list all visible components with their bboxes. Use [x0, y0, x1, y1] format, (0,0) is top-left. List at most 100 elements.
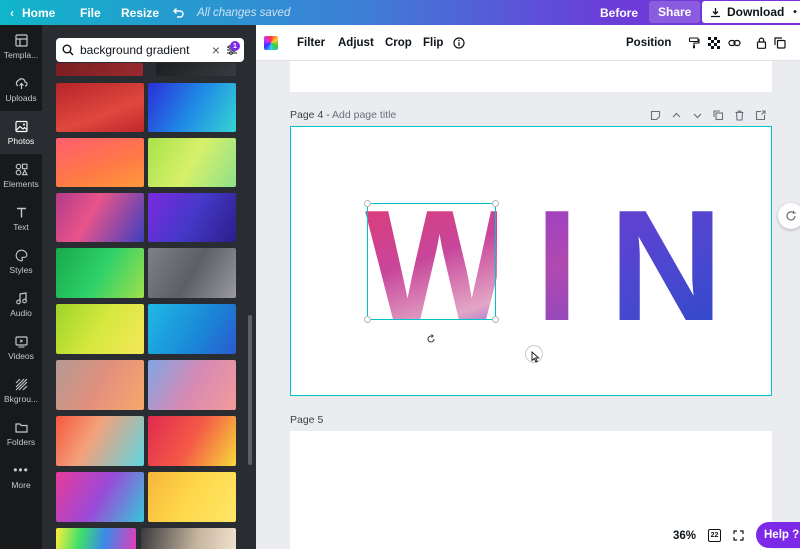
shapes-icon	[15, 163, 28, 175]
gradient-photo[interactable]	[56, 528, 136, 549]
lock-button[interactable]	[756, 37, 767, 49]
gradient-photo[interactable]	[148, 472, 236, 522]
rail-item-more[interactable]: ••• More	[0, 455, 42, 498]
rotate-handle[interactable]	[425, 333, 437, 345]
rail-item-videos[interactable]: Videos	[0, 326, 42, 369]
gradient-photo[interactable]	[148, 193, 236, 242]
paint-roller-icon	[688, 36, 700, 48]
top-bar: ‹ Home File Resize All changes saved Bef…	[0, 0, 800, 25]
duplicate-icon[interactable]	[713, 110, 724, 121]
copy-button[interactable]	[774, 36, 786, 49]
rail-item-styles[interactable]: Styles	[0, 240, 42, 283]
gradient-photo[interactable]	[56, 304, 144, 354]
help-button[interactable]: Help ?	[756, 522, 800, 548]
selection-box[interactable]	[364, 200, 499, 323]
refresh-icon	[786, 210, 796, 221]
position-button[interactable]: Position	[626, 37, 671, 49]
flip-button[interactable]: Flip	[423, 37, 443, 49]
gradient-photo[interactable]	[148, 304, 236, 354]
rail-label: Uploads	[5, 92, 37, 103]
rail-item-uploads[interactable]: Uploads	[0, 68, 42, 111]
chevron-down-icon[interactable]	[692, 110, 703, 121]
transparency-button[interactable]	[708, 36, 720, 49]
page-count: 22	[710, 532, 719, 539]
filter-button[interactable]: Filter	[297, 37, 325, 49]
add-page-icon[interactable]	[755, 110, 766, 121]
paint-format-button[interactable]	[688, 36, 700, 49]
share-button[interactable]: Share	[649, 1, 701, 23]
rail-item-folders[interactable]: Folders	[0, 412, 42, 455]
rail-item-elements[interactable]: Elements	[0, 154, 42, 197]
crop-button[interactable]: Crop	[385, 37, 412, 49]
rail-label: Text	[13, 221, 29, 232]
download-button[interactable]: Download	[702, 1, 793, 23]
letter-i[interactable]: I	[535, 187, 579, 345]
rail-item-audio[interactable]: Audio	[0, 283, 42, 326]
lock-icon	[756, 37, 767, 49]
rail-item-background[interactable]: Bkgrou...	[0, 369, 42, 412]
add-page-title[interactable]: Add page title	[332, 109, 396, 121]
adjust-button[interactable]: Adjust	[338, 37, 374, 49]
gradient-photo[interactable]	[56, 360, 144, 410]
page-4[interactable]: W I N	[290, 126, 772, 396]
resize-handle[interactable]	[492, 200, 499, 207]
resize-handle[interactable]	[492, 316, 499, 323]
link-button[interactable]	[728, 37, 741, 49]
gradient-photo[interactable]	[56, 472, 144, 522]
folder-icon	[14, 422, 28, 433]
home-button[interactable]: ‹ Home	[10, 0, 55, 25]
rail-item-text[interactable]: Text	[0, 197, 42, 240]
more-icon: •••	[13, 463, 29, 477]
gradient-photo[interactable]	[148, 83, 236, 132]
note-icon[interactable]	[650, 110, 661, 121]
search-input[interactable]: background gradient × 1	[56, 38, 244, 62]
gradient-photo[interactable]	[148, 138, 236, 187]
gradient-photo[interactable]	[56, 193, 144, 242]
gradient-photo[interactable]	[148, 360, 236, 410]
letter-n[interactable]: N	[609, 187, 723, 345]
resize-handle[interactable]	[364, 316, 371, 323]
gradient-photo[interactable]	[141, 528, 236, 549]
search-icon	[62, 44, 74, 56]
before-button[interactable]: Before	[600, 0, 638, 25]
panel-scrollbar[interactable]	[248, 315, 252, 465]
chevron-up-icon[interactable]	[671, 110, 682, 121]
gradient-photo[interactable]	[56, 248, 144, 298]
resize-button[interactable]: Resize	[121, 0, 159, 25]
clear-search-icon[interactable]: ×	[212, 42, 220, 58]
fullscreen-icon[interactable]	[733, 530, 744, 541]
rail-label: Audio	[10, 307, 32, 318]
search-query[interactable]: background gradient	[80, 43, 206, 57]
filter-button[interactable]: 1	[226, 41, 240, 56]
resize-handle[interactable]	[364, 200, 371, 207]
rail-label: Elements	[3, 178, 39, 189]
more-options-button[interactable]: •	[788, 1, 800, 23]
refresh-button[interactable]	[778, 203, 800, 229]
page-5-label: Page 5	[290, 414, 324, 426]
gradient-photo[interactable]	[56, 416, 144, 466]
gradient-photo[interactable]	[56, 138, 144, 187]
image-icon	[14, 120, 28, 132]
undo-button[interactable]	[172, 0, 184, 25]
upload-icon	[15, 77, 28, 89]
rail-label: Styles	[9, 264, 33, 275]
rail-item-photos[interactable]: Photos	[0, 111, 42, 154]
trash-icon[interactable]	[734, 110, 745, 121]
save-status: All changes saved	[197, 6, 291, 19]
color-swatch-button[interactable]	[264, 35, 278, 50]
link-icon	[728, 39, 741, 46]
file-menu-button[interactable]: File	[80, 0, 101, 25]
gradient-photo[interactable]	[56, 63, 143, 76]
rail-item-templates[interactable]: Templa...	[0, 25, 42, 68]
page-count-button[interactable]: 22	[708, 529, 722, 542]
photos-panel: background gradient × 1	[42, 25, 256, 549]
gradient-photo[interactable]	[56, 83, 144, 132]
gradient-photo[interactable]	[148, 416, 236, 466]
gradient-photo[interactable]	[148, 248, 236, 298]
side-nav-rail: Templa... Uploads Photos Elements Text S…	[0, 25, 42, 549]
page-3-preview[interactable]	[290, 61, 772, 92]
gradient-photo[interactable]	[156, 63, 236, 76]
info-button[interactable]	[453, 36, 465, 49]
zoom-level[interactable]: 36%	[673, 530, 696, 542]
color-swatch-icon	[264, 35, 278, 50]
